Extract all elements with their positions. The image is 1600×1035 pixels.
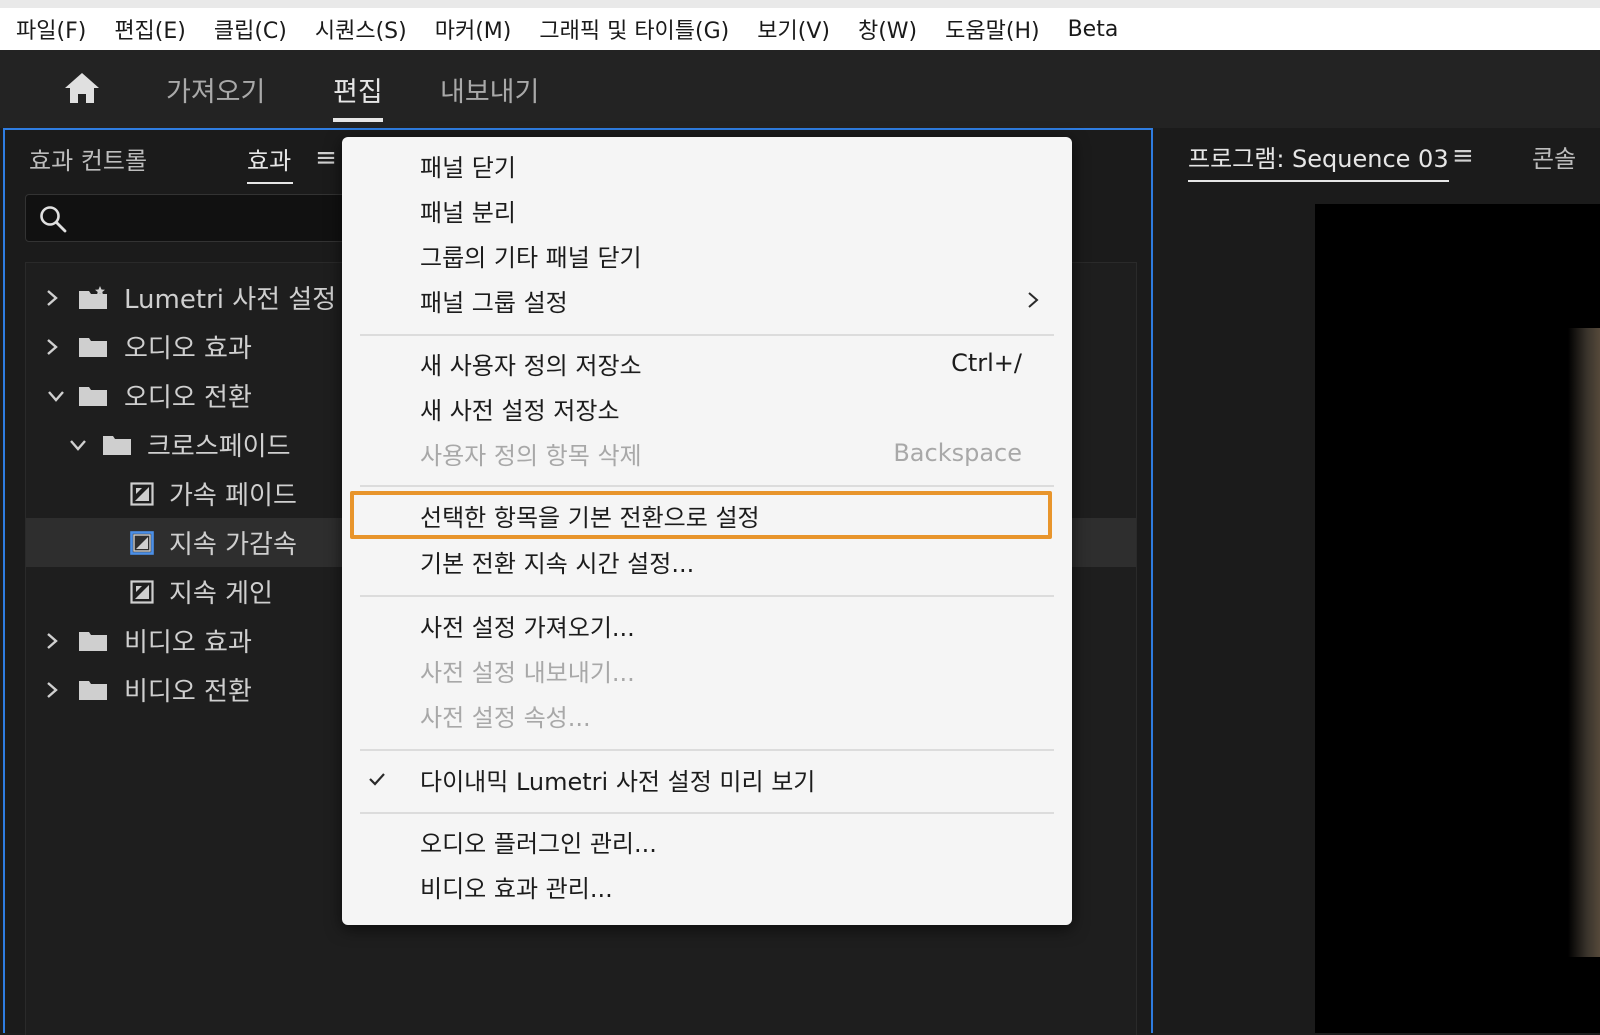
menu-separator — [360, 812, 1054, 814]
menu-item-panel-group-settings[interactable]: 패널 그룹 설정 — [342, 278, 1072, 322]
home-icon[interactable] — [62, 68, 102, 108]
tab-export[interactable]: 내보내기 — [440, 50, 539, 128]
preview-image-edge — [1568, 328, 1600, 957]
menu-item-label: 사전 설정 내보내기... — [420, 658, 635, 687]
checkmark-icon — [369, 773, 385, 786]
menu-file[interactable]: 파일(F) — [0, 8, 100, 50]
menu-window[interactable]: 창(W) — [844, 8, 931, 50]
menu-item-dynamic-lumetri-preview[interactable]: 다이내믹 Lumetri 사전 설정 미리 보기 — [342, 757, 1072, 801]
menu-help[interactable]: 도움말(H) — [931, 8, 1053, 50]
menu-separator — [360, 485, 1054, 487]
tree-item-label: 크로스페이드 — [147, 432, 291, 462]
tree-item-label: 오디오 효과 — [124, 334, 252, 364]
menu-marker[interactable]: 마커(M) — [421, 8, 526, 50]
tree-item-label: 비디오 전환 — [124, 677, 252, 707]
menu-item-label: 패널 분리 — [420, 198, 516, 227]
folder-icon — [79, 680, 107, 700]
folder-icon — [103, 435, 131, 455]
tree-item-label: 오디오 전환 — [124, 383, 252, 413]
transition-effect-icon — [130, 481, 154, 506]
menu-beta[interactable]: Beta — [1054, 8, 1133, 50]
search-icon — [40, 206, 67, 233]
folder-icon — [79, 386, 107, 406]
menu-item-label: 다이내믹 Lumetri 사전 설정 미리 보기 — [420, 767, 816, 796]
folder-star-icon — [79, 285, 107, 309]
chevron-down-icon[interactable] — [68, 435, 88, 455]
menu-item-set-default-transition[interactable]: 선택한 항목을 기본 전환으로 설정 — [342, 493, 1072, 537]
menu-item-undock-panel[interactable]: 패널 분리 — [342, 188, 1072, 232]
chevron-down-icon[interactable] — [46, 386, 66, 406]
menu-edit[interactable]: 편집(E) — [100, 8, 200, 50]
menu-item-delete-custom-item: 사용자 정의 항목 삭제 Backspace — [342, 431, 1072, 475]
menu-item-new-presets-bin[interactable]: 새 사전 설정 저장소 — [342, 386, 1072, 430]
chevron-right-icon[interactable] — [42, 337, 62, 357]
menu-item-manage-audio-plugins[interactable]: 오디오 플러그인 관리... — [342, 819, 1072, 863]
workspace-bar: 가져오기 편집 내보내기 — [0, 50, 1600, 128]
tree-item-label: 지속 가감속 — [169, 530, 297, 560]
chevron-right-icon[interactable] — [42, 288, 62, 308]
folder-icon — [79, 337, 107, 357]
chevron-right-icon — [1028, 292, 1039, 308]
menu-item-preset-properties: 사전 설정 속성... — [342, 693, 1072, 737]
menu-item-export-presets: 사전 설정 내보내기... — [342, 648, 1072, 692]
menu-item-label: 그룹의 기타 패널 닫기 — [420, 243, 642, 272]
program-monitor-panel: 프로그램: Sequence 03 ≡ 콘솔 — [1160, 128, 1600, 1033]
tab-effect-controls[interactable]: 효과 컨트롤 — [29, 138, 147, 178]
menu-item-label: 패널 닫기 — [420, 153, 516, 182]
transition-effect-icon — [130, 530, 154, 555]
folder-icon — [79, 631, 107, 651]
menu-item-set-default-transition-duration[interactable]: 기본 전환 지속 시간 설정... — [342, 539, 1072, 583]
menu-bar: 파일(F) 편집(E) 클립(C) 시퀀스(S) 마커(M) 그래픽 및 타이틀… — [0, 8, 1600, 50]
tree-item-label: Lumetri 사전 설정 — [124, 285, 337, 315]
menu-item-shortcut: Backspace — [893, 439, 1022, 467]
panel-menu-icon[interactable]: ≡ — [1452, 138, 1474, 174]
tree-item-label: 가속 페이드 — [169, 481, 297, 511]
menu-item-label: 패널 그룹 설정 — [420, 288, 568, 317]
menu-item-new-custom-bin[interactable]: 새 사용자 정의 저장소 Ctrl+/ — [342, 341, 1072, 385]
panel-context-menu: 패널 닫기 패널 분리 그룹의 기타 패널 닫기 패널 그룹 설정 새 사용자 … — [342, 137, 1072, 925]
transition-effect-icon — [130, 579, 154, 604]
menu-item-label: 사용자 정의 항목 삭제 — [420, 441, 642, 470]
menu-item-close-panel[interactable]: 패널 닫기 — [342, 143, 1072, 187]
menu-item-label: 새 사전 설정 저장소 — [420, 396, 620, 425]
tab-program-monitor[interactable]: 프로그램: Sequence 03 — [1188, 136, 1449, 182]
menu-item-close-other-panels[interactable]: 그룹의 기타 패널 닫기 — [342, 233, 1072, 277]
tab-import[interactable]: 가져오기 — [166, 50, 265, 128]
menu-clip[interactable]: 클립(C) — [200, 8, 301, 50]
menu-item-label: 선택한 항목을 기본 전환으로 설정 — [420, 503, 760, 532]
tab-edit[interactable]: 편집 — [333, 50, 383, 128]
menu-item-shortcut: Ctrl+/ — [951, 349, 1022, 377]
menu-item-label: 기본 전환 지속 시간 설정... — [420, 549, 695, 578]
menu-item-import-presets[interactable]: 사전 설정 가져오기... — [342, 603, 1072, 647]
menu-separator — [360, 749, 1054, 751]
panel-menu-icon[interactable]: ≡ — [313, 140, 339, 176]
menu-sequence[interactable]: 시퀀스(S) — [301, 8, 421, 50]
menu-item-label: 비디오 효과 관리... — [420, 874, 613, 903]
chevron-right-icon[interactable] — [42, 680, 62, 700]
menu-graphics[interactable]: 그래픽 및 타이틀(G) — [525, 8, 743, 50]
chevron-right-icon[interactable] — [42, 631, 62, 651]
search-input[interactable] — [25, 194, 365, 242]
menu-view[interactable]: 보기(V) — [743, 8, 844, 50]
menu-item-manage-video-effects[interactable]: 비디오 효과 관리... — [342, 864, 1072, 908]
menu-item-label: 오디오 플러그인 관리... — [420, 829, 657, 858]
menu-item-label: 새 사용자 정의 저장소 — [420, 351, 642, 380]
menu-item-label: 사전 설정 속성... — [420, 703, 591, 732]
window-top-strip — [0, 0, 1600, 8]
tab-console[interactable]: 콘솔 — [1532, 136, 1576, 176]
tree-item-label: 지속 게인 — [169, 579, 273, 609]
menu-separator — [360, 334, 1054, 336]
tree-item-label: 비디오 효과 — [124, 628, 252, 658]
menu-item-label: 사전 설정 가져오기... — [420, 613, 635, 642]
tab-effects[interactable]: 효과 — [247, 138, 294, 184]
menu-separator — [360, 595, 1054, 597]
program-preview — [1315, 204, 1600, 1033]
